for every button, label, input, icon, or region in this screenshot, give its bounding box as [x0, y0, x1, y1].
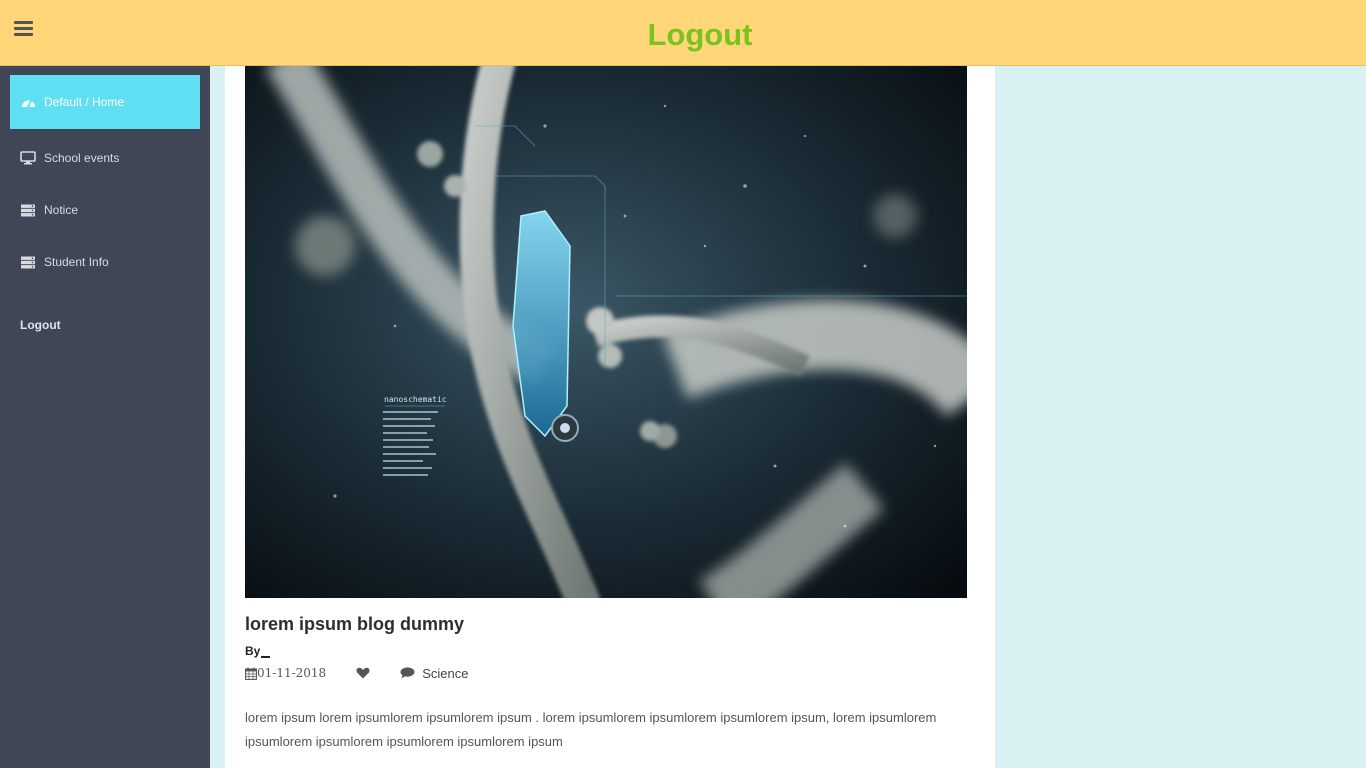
- header-logout-link[interactable]: Logout: [600, 17, 800, 53]
- dashboard-icon: [20, 95, 36, 109]
- post-author: By: [245, 644, 271, 658]
- post-title[interactable]: lorem ipsum blog dummy: [245, 614, 464, 635]
- blog-post-card: nanoschematic lorem ipsum blog dummy By: [225, 66, 995, 768]
- hamburger-icon[interactable]: [14, 21, 34, 39]
- image-caption: nanoschematic: [384, 395, 447, 404]
- calendar-icon: [245, 667, 257, 680]
- post-body: lorem ipsum lorem ipsumlorem ipsumlorem …: [245, 710, 937, 749]
- monitor-icon: [20, 151, 36, 165]
- sidebar: Default / Home School events Notice Stud…: [0, 66, 210, 768]
- server-icon: [20, 203, 36, 217]
- sidebar-logout-link[interactable]: Logout: [20, 318, 61, 332]
- server-icon: [20, 255, 36, 269]
- sidebar-item-home[interactable]: Default / Home: [10, 75, 200, 129]
- sidebar-item-student-info[interactable]: Student Info: [10, 236, 200, 288]
- top-bar: Logout: [0, 0, 1366, 66]
- post-image: nanoschematic: [245, 66, 967, 598]
- comment-icon: [400, 667, 415, 679]
- heart-icon[interactable]: [356, 667, 370, 679]
- sidebar-item-notice[interactable]: Notice: [10, 184, 200, 236]
- post-category[interactable]: Science: [422, 666, 468, 681]
- sidebar-item-label: Student Info: [44, 255, 109, 269]
- by-label: By: [245, 644, 261, 658]
- author-name-placeholder: [261, 647, 271, 658]
- sidebar-item-label: Default / Home: [44, 95, 125, 109]
- sidebar-item-label: Notice: [44, 203, 79, 217]
- post-meta: 01-11-2018 Science: [245, 664, 468, 682]
- sidebar-item-school-events[interactable]: School events: [10, 132, 200, 184]
- sidebar-item-label: School events: [44, 151, 120, 165]
- post-date: 01-11-2018: [257, 666, 327, 680]
